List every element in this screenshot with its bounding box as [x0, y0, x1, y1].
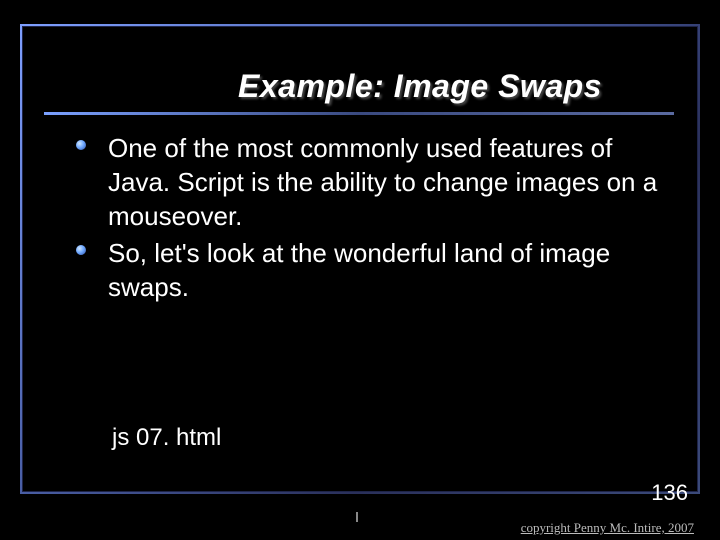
slide-title: Example: Image Swaps [0, 68, 720, 105]
bullet-dot-icon [76, 245, 86, 255]
bullet-item: One of the most commonly used features o… [76, 132, 676, 233]
bullet-text: One of the most commonly used features o… [108, 133, 657, 231]
bullet-item: So, let's look at the wonderful land of … [76, 237, 676, 305]
page-number: 136 [651, 480, 688, 506]
slide-body: One of the most commonly used features o… [76, 132, 676, 309]
copyright-text: copyright Penny Mc. Intire, 2007 [521, 520, 694, 536]
bullet-dot-icon [76, 140, 86, 150]
title-underline [44, 112, 674, 115]
slide-footnote: js 07. html [112, 424, 221, 452]
bottom-tick-icon [356, 512, 358, 522]
slide-stage: Example: Image Swaps One of the most com… [0, 0, 720, 540]
bullet-text: So, let's look at the wonderful land of … [108, 238, 610, 302]
